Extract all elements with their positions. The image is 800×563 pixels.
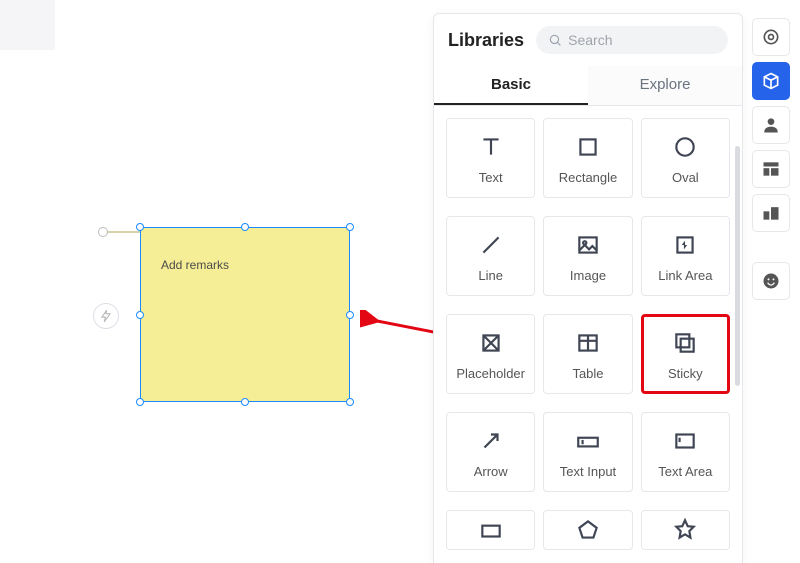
sidebar-target-button[interactable] (752, 18, 790, 56)
target-icon (761, 27, 781, 47)
sidebar-user-button[interactable] (752, 106, 790, 144)
resize-handle-nw[interactable] (136, 223, 144, 231)
libraries-panel: Libraries Basic Explore Text Rectangle (433, 13, 743, 563)
search-input[interactable] (568, 32, 716, 48)
tab-explore[interactable]: Explore (588, 66, 742, 105)
shape-icon (478, 515, 504, 545)
search-icon (548, 32, 562, 48)
user-icon (761, 115, 781, 135)
dimension-handle[interactable] (98, 227, 108, 237)
library-item-label: Text (479, 170, 503, 185)
library-item-label: Oval (672, 170, 699, 185)
library-item-text-area[interactable]: Text Area (641, 412, 730, 492)
sidebar-emoji-button[interactable] (752, 262, 790, 300)
text-icon (478, 132, 504, 162)
library-item-peek-2[interactable] (543, 510, 632, 550)
resize-handle-e[interactable] (346, 311, 354, 319)
library-item-line[interactable]: Line (446, 216, 535, 296)
library-item-peek-3[interactable] (641, 510, 730, 550)
smile-icon (761, 271, 781, 291)
right-sidebar (750, 18, 792, 300)
line-icon (478, 230, 504, 260)
library-item-arrow[interactable]: Arrow (446, 412, 535, 492)
link-area-icon (672, 230, 698, 260)
library-item-link-area[interactable]: Link Area (641, 216, 730, 296)
panel-title: Libraries (448, 30, 524, 51)
sidebar-layout-button[interactable] (752, 150, 790, 188)
shape-icon (575, 515, 601, 545)
library-item-peek-1[interactable] (446, 510, 535, 550)
dimension-line (107, 231, 140, 233)
table-icon (575, 328, 601, 358)
tab-basic[interactable]: Basic (434, 66, 588, 105)
sidebar-components-button[interactable] (752, 62, 790, 100)
library-item-table[interactable]: Table (543, 314, 632, 394)
panel-header: Libraries (434, 14, 742, 66)
library-item-label: Link Area (658, 268, 712, 283)
cube-icon (761, 71, 781, 91)
lightning-button[interactable] (93, 303, 119, 329)
resize-handle-sw[interactable] (136, 398, 144, 406)
buildings-icon (761, 203, 781, 223)
resize-handle-w[interactable] (136, 311, 144, 319)
arrow-icon (478, 426, 504, 456)
resize-handle-n[interactable] (241, 223, 249, 231)
placeholder-icon (478, 328, 504, 358)
layout-icon (761, 159, 781, 179)
star-icon (672, 515, 698, 545)
library-item-oval[interactable]: Oval (641, 118, 730, 198)
library-item-label: Arrow (474, 464, 508, 479)
panel-scrollbar[interactable] (735, 146, 740, 386)
library-item-rectangle[interactable]: Rectangle (543, 118, 632, 198)
search-input-wrapper[interactable] (536, 26, 728, 54)
resize-handle-ne[interactable] (346, 223, 354, 231)
sticky-icon (672, 328, 698, 358)
library-item-label: Placeholder (456, 366, 525, 381)
top-left-strip (0, 0, 55, 50)
library-item-sticky[interactable]: Sticky (641, 314, 730, 394)
resize-handle-s[interactable] (241, 398, 249, 406)
sticky-note-text: Add remarks (161, 258, 229, 272)
resize-handle-se[interactable] (346, 398, 354, 406)
library-grid: Text Rectangle Oval Line Image (434, 106, 742, 563)
text-area-icon (672, 426, 698, 456)
library-item-image[interactable]: Image (543, 216, 632, 296)
library-item-text[interactable]: Text (446, 118, 535, 198)
image-icon (575, 230, 601, 260)
library-item-label: Image (570, 268, 606, 283)
text-input-icon (575, 426, 601, 456)
library-item-label: Table (572, 366, 603, 381)
library-item-label: Line (478, 268, 503, 283)
sidebar-buildings-button[interactable] (752, 194, 790, 232)
library-item-placeholder[interactable]: Placeholder (446, 314, 535, 394)
library-item-label: Text Input (560, 464, 616, 479)
sticky-note-element[interactable]: Add remarks (140, 227, 350, 402)
library-item-label: Text Area (658, 464, 712, 479)
panel-tabs: Basic Explore (434, 66, 742, 106)
rectangle-icon (575, 132, 601, 162)
library-item-text-input[interactable]: Text Input (543, 412, 632, 492)
library-item-label: Rectangle (559, 170, 618, 185)
library-item-label: Sticky (668, 366, 703, 381)
oval-icon (672, 132, 698, 162)
